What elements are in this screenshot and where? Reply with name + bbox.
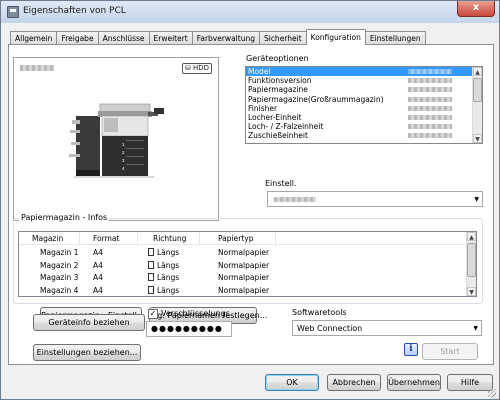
chevron-down-icon: ▼ — [474, 196, 479, 203]
info-icon[interactable]: i — [404, 343, 418, 356]
einstell-dropdown[interactable]: ▼ — [267, 191, 483, 207]
table-row[interactable]: Magazin 1 A4 Längs Normalpapier — [19, 246, 468, 259]
device-preview: ⛁ HDD 1 2 3 4 — [13, 57, 219, 221]
get-settings-button[interactable]: Einstellungen beziehen... — [33, 344, 141, 361]
apply-button[interactable]: Übernehmen — [387, 374, 441, 391]
cell-magazin: Magazin 3 — [40, 273, 79, 282]
start-button[interactable]: Start — [422, 343, 478, 360]
scroll-down-icon[interactable]: ▼ — [473, 134, 482, 143]
table-header: Magazin Format Richtung Papiertyp — [19, 232, 468, 245]
cancel-button[interactable]: Abbrechen — [327, 374, 381, 391]
cell-richtung: Längs — [157, 273, 180, 282]
cell-papiertyp: Normalpapier — [218, 285, 270, 295]
portrait-page-icon — [148, 273, 154, 281]
cell-papiertyp: Normalpapier — [218, 260, 270, 270]
device-option-finisher[interactable]: Finisher — [246, 104, 482, 113]
device-option-zuschiesseinheit[interactable]: Zuschießeinheit — [246, 131, 482, 140]
software-tools-dropdown[interactable]: Web Connection ▼ — [292, 320, 482, 336]
col-magazin[interactable]: Magazin — [32, 234, 63, 243]
encryption-checkbox[interactable]: ✓ — [148, 309, 158, 319]
dialog-client: Allgemein Freigabe Anschlüsse Erweitert … — [2, 23, 498, 399]
table-row[interactable]: Magazin 2 A4 Längs Normalpapier — [19, 259, 468, 272]
tab-strip: Allgemein Freigabe Anschlüsse Erweitert … — [10, 29, 426, 45]
cell-richtung: Längs — [157, 285, 180, 295]
scroll-thumb[interactable] — [467, 243, 476, 277]
tab-konfiguration[interactable]: Konfiguration — [305, 29, 366, 45]
device-option-model[interactable]: Model — [246, 67, 482, 77]
device-options-label: Geräteoptionen — [246, 54, 309, 63]
encryption-label: Verschlüsselungs — [161, 309, 230, 318]
printer-icon — [7, 6, 19, 18]
einstell-label: Einstell. — [265, 179, 297, 188]
portrait-page-icon — [148, 248, 154, 256]
blurred-value — [408, 114, 452, 120]
cell-format: A4 — [93, 260, 103, 270]
col-richtung[interactable]: Richtung — [153, 234, 186, 243]
table-row[interactable]: Magazin 4 A4 Längs Normalpapier — [19, 284, 468, 297]
tab-freigabe[interactable]: Freigabe — [56, 31, 99, 45]
cell-magazin: Magazin 1 — [40, 248, 79, 257]
cell-format: A4 — [93, 248, 103, 257]
tab-erweitert[interactable]: Erweitert — [148, 31, 193, 45]
close-button[interactable]: x — [457, 1, 495, 17]
scroll-down-icon[interactable]: ▼ — [467, 287, 476, 296]
cell-format: A4 — [93, 285, 103, 295]
blurred-value — [408, 87, 452, 93]
software-tools-value: Web Connection — [297, 324, 363, 333]
cell-magazin: Magazin 2 — [40, 260, 79, 270]
blurred-value — [274, 197, 316, 202]
chevron-down-icon: ▼ — [473, 325, 478, 332]
cell-magazin: Magazin 4 — [40, 285, 79, 295]
col-papiertyp[interactable]: Papiertyp — [218, 234, 253, 243]
scroll-up-icon[interactable]: ▲ — [467, 232, 476, 241]
title-bar[interactable]: Eigenschaften von PCL x — [1, 1, 499, 23]
tab-allgemein[interactable]: Allgemein — [10, 31, 58, 45]
properties-window: Eigenschaften von PCL x Allgemein Freiga… — [0, 0, 500, 400]
blurred-value — [408, 105, 452, 111]
blurred-value — [408, 124, 452, 130]
software-tools-label: Softwaretools — [292, 308, 347, 317]
blurred-value — [408, 96, 452, 102]
window-title: Eigenschaften von PCL — [23, 6, 126, 16]
paper-tray-info-label: Papiermagazin - Infos — [19, 213, 110, 222]
tab-sicherheit[interactable]: Sicherheit — [258, 31, 307, 45]
cell-richtung: Längs — [157, 248, 180, 257]
ok-button[interactable]: OK — [265, 374, 319, 391]
scroll-thumb[interactable] — [473, 78, 482, 102]
blurred-value — [408, 78, 452, 84]
get-device-info-button[interactable]: Geräteinfo beziehen — [33, 314, 145, 331]
device-option-funktionsversion[interactable]: Funktionsversion — [246, 76, 482, 85]
portrait-page-icon — [148, 285, 154, 294]
device-option-locher-einheit[interactable]: Locher-Einheit — [246, 113, 482, 122]
device-options-scrollbar[interactable]: ▲ ▼ — [472, 67, 482, 143]
device-option-grossraummagazin[interactable]: Papiermagazine(Großraummagazin) — [246, 95, 482, 104]
cell-papiertyp: Normalpapier — [218, 248, 270, 257]
cell-format: A4 — [93, 273, 103, 282]
device-option-falzeinheit[interactable]: Loch- / Z-Falzeinheit — [246, 122, 482, 131]
tab-farbverwaltung[interactable]: Farbverwaltung — [191, 31, 260, 45]
resize-grip[interactable] — [488, 389, 496, 397]
tab-anschluesse[interactable]: Anschlüsse — [97, 31, 150, 45]
paper-tray-scrollbar[interactable]: ▲ ▼ — [466, 232, 476, 296]
portrait-page-icon — [148, 260, 154, 269]
cell-richtung: Längs — [157, 260, 180, 270]
blurred-value — [408, 69, 452, 74]
scroll-up-icon[interactable]: ▲ — [473, 67, 482, 76]
paper-tray-table[interactable]: Magazin Format Richtung Papiertyp Magazi… — [18, 231, 477, 297]
blurred-value — [408, 133, 452, 139]
cell-papiertyp: Normalpapier — [218, 273, 270, 282]
printer-image: 1 2 3 4 — [69, 103, 164, 178]
password-field[interactable]: ●●●●●●●●● — [146, 321, 232, 337]
device-options-list[interactable]: Model Funktionsversion Papiermagazine Pa… — [245, 66, 483, 144]
table-row[interactable]: Magazin 3 A4 Längs Normalpapier — [19, 271, 468, 284]
device-option-papiermagazine[interactable]: Papiermagazine — [246, 85, 482, 94]
col-format[interactable]: Format — [93, 234, 119, 243]
help-button[interactable]: Hilfe — [447, 374, 493, 391]
tab-einstellungen[interactable]: Einstellungen — [364, 31, 426, 45]
